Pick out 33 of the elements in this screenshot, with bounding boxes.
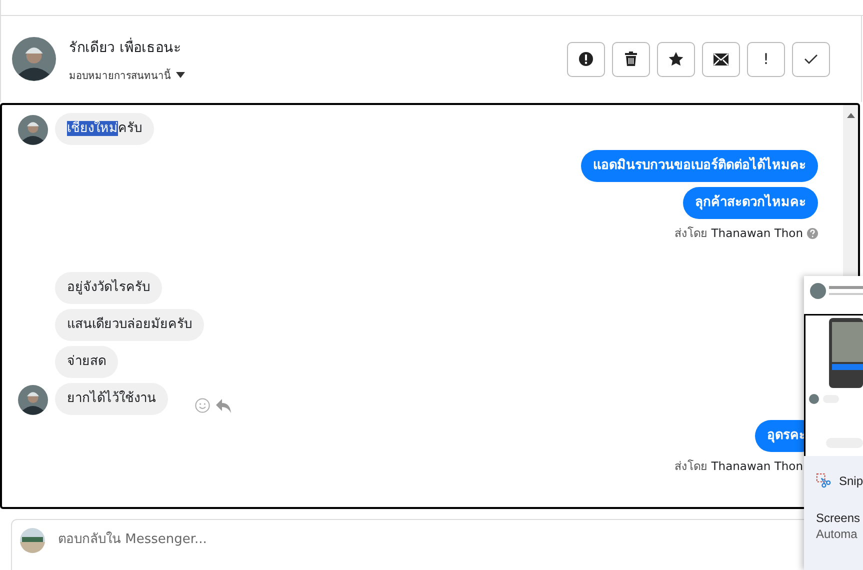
- mail-button[interactable]: [702, 42, 740, 76]
- help-icon[interactable]: [807, 228, 818, 238]
- delete-button[interactable]: [612, 42, 650, 76]
- follow-up-button[interactable]: !: [747, 42, 785, 76]
- mail-icon: [713, 52, 729, 66]
- message-bubble: แอดมินรบกวนขอเบอร์ติดต่อได้ไหมคะ: [581, 150, 818, 182]
- message-bubble: จ่ายสด: [55, 346, 118, 378]
- avatar: [12, 37, 56, 81]
- scroll-up-icon[interactable]: [846, 113, 854, 118]
- alert-icon: [578, 51, 594, 67]
- spam-button[interactable]: [567, 42, 605, 76]
- notification-toast[interactable]: Snip Screens Automa: [804, 456, 863, 570]
- star-icon: [668, 51, 684, 67]
- contact-name: รักเดียว เพื่อเธอนะ: [69, 36, 182, 58]
- sent-by-text: ส่งโดย Thanawan Thon: [674, 458, 803, 475]
- message-bubble: ยากได้ไว้ใช้งาน: [55, 383, 168, 415]
- user-avatar: [20, 528, 45, 553]
- message-bubble: ลุกค้าสะดวกไหมคะ: [683, 187, 818, 219]
- app-name: Snip: [838, 474, 863, 488]
- caret-icon: [176, 72, 185, 78]
- message-bubble: อยู่จังวัดไรครับ: [55, 272, 162, 304]
- trash-icon: [624, 51, 638, 67]
- message-bubble: เชียงใหม่ครับ: [55, 113, 154, 145]
- done-button[interactable]: [792, 42, 830, 76]
- sent-by-text: ส่งโดย Thanawan Thon: [674, 225, 803, 242]
- scissors-icon: [816, 472, 831, 489]
- star-button[interactable]: [657, 42, 695, 76]
- reply-icon[interactable]: [216, 398, 231, 412]
- check-icon: [804, 53, 818, 65]
- assign-dropdown[interactable]: มอบหมายการสนทนานี้: [69, 68, 185, 82]
- notification-title: Screens: [816, 511, 862, 525]
- message-bubble: แสนเดียวบล่อยมัยครับ: [55, 309, 204, 341]
- notification-body: Automa: [816, 527, 858, 541]
